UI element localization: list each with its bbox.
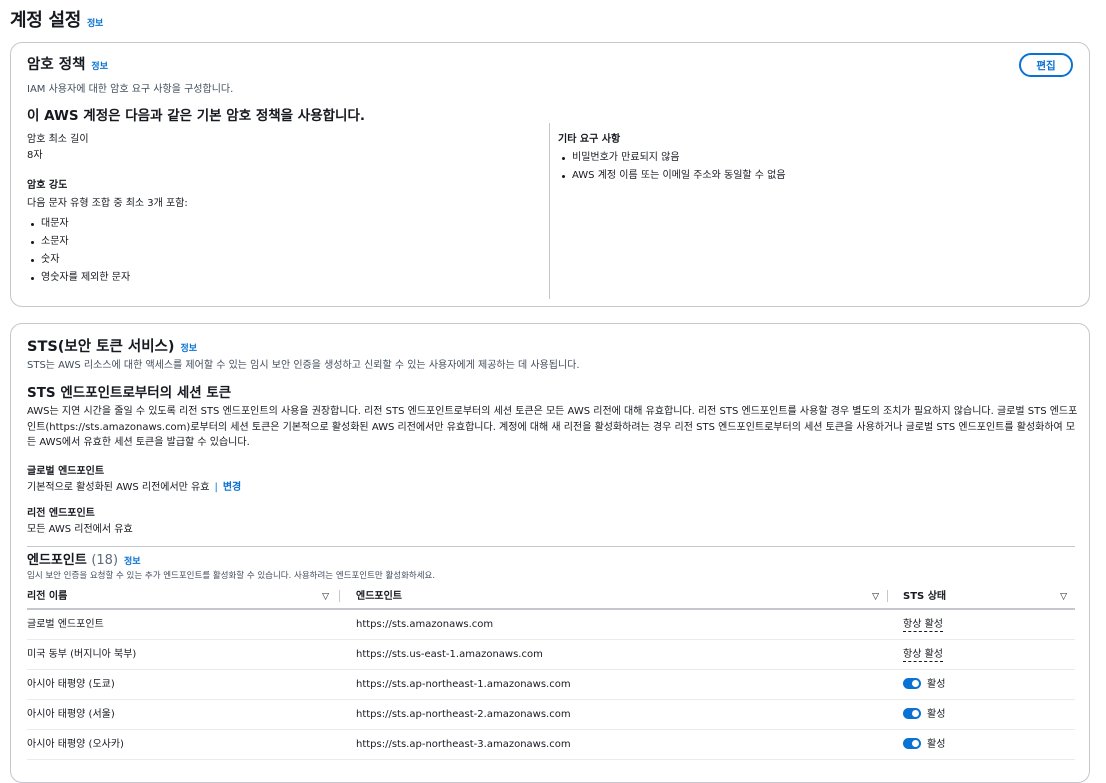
password-policy-description: IAM 사용자에 대한 암호 요구 사항을 구성합니다. bbox=[27, 84, 234, 95]
status-cell: 항상 활성 bbox=[903, 610, 943, 640]
status-text: 활성 bbox=[927, 739, 946, 750]
region-cell: 미국 동부 (버지니아 북부) bbox=[27, 649, 137, 660]
regional-endpoint-value: 모든 AWS 리전에서 유효 bbox=[27, 524, 133, 535]
region-cell: 글로벌 엔드포인트 bbox=[27, 619, 104, 630]
sts-title: STS(보안 토큰 서비스) 정보 bbox=[27, 335, 197, 356]
sts-description: STS는 AWS 리소스에 대한 액세스를 제어할 수 있는 임시 보안 인증을… bbox=[27, 360, 580, 371]
separator: | bbox=[214, 482, 218, 493]
column-separator bbox=[339, 590, 340, 602]
list-item: 소문자 bbox=[27, 233, 130, 251]
column-header-endpoint[interactable]: 엔드포인트 ▽ bbox=[356, 586, 883, 608]
table-row: 아시아 태평양 (서울) https://sts.ap-northeast-2.… bbox=[27, 700, 1075, 730]
status-toggle[interactable] bbox=[903, 707, 921, 719]
region-cell: 아시아 태평양 (도쿄) bbox=[27, 679, 115, 690]
table-row: 아시아 태평양 (도쿄) https://sts.ap-northeast-1.… bbox=[27, 670, 1075, 700]
global-endpoint-value-text: 기본적으로 활성화된 AWS 리전에서만 유효 bbox=[27, 482, 210, 493]
endpoint-cell: https://sts.ap-northeast-1.amazonaws.com bbox=[356, 679, 571, 690]
sts-title-text: STS(보안 토큰 서비스) bbox=[27, 339, 175, 355]
min-length-label: 암호 최소 길이 bbox=[27, 134, 89, 145]
list-item: 숫자 bbox=[27, 251, 130, 269]
password-policy-heading: 이 AWS 계정은 다음과 같은 기본 암호 정책을 사용합니다. bbox=[27, 108, 366, 124]
status-text[interactable]: 항상 활성 bbox=[903, 619, 943, 632]
global-endpoint-label: 글로벌 엔드포인트 bbox=[27, 466, 105, 477]
password-policy-card: 암호 정책 정보 IAM 사용자에 대한 암호 요구 사항을 구성합니다. 편집 … bbox=[10, 42, 1090, 307]
endpoints-title-text: 엔드포인트 bbox=[27, 553, 87, 568]
status-text: 활성 bbox=[927, 709, 946, 720]
list-item: 대문자 bbox=[27, 215, 130, 233]
endpoints-count: (18) bbox=[91, 553, 119, 568]
regional-endpoint-label: 리전 엔드포인트 bbox=[27, 508, 95, 519]
column-header-endpoint-label: 엔드포인트 bbox=[356, 591, 402, 602]
column-header-region[interactable]: 리전 이름 ▽ bbox=[27, 586, 333, 608]
table-row: 아시아 태평양 (오사카) https://sts.ap-northeast-3… bbox=[27, 730, 1075, 760]
session-token-heading: STS 엔드포인트로부터의 세션 토큰 bbox=[27, 385, 232, 401]
endpoints-description: 임시 보안 인증을 요청할 수 있는 추가 엔드포인트를 활성화할 수 있습니다… bbox=[27, 571, 436, 581]
page-title-text: 계정 설정 bbox=[10, 10, 82, 31]
strength-list: 대문자 소문자 숫자 영숫자를 제외한 문자 bbox=[27, 215, 130, 287]
table-row: 글로벌 엔드포인트 https://sts.amazonaws.com 항상 활… bbox=[27, 610, 1075, 640]
endpoints-info-link[interactable]: 정보 bbox=[124, 557, 141, 567]
session-token-paragraph: AWS는 지연 시간을 줄일 수 있도록 리전 STS 엔드포인트의 사용을 권… bbox=[27, 406, 1078, 448]
endpoint-cell: https://sts.ap-northeast-3.amazonaws.com bbox=[356, 739, 571, 750]
change-link[interactable]: 변경 bbox=[223, 482, 241, 493]
status-text: 활성 bbox=[927, 679, 946, 690]
password-policy-title: 암호 정책 정보 bbox=[27, 53, 108, 74]
sort-caret-icon: ▽ bbox=[1060, 592, 1067, 602]
status-cell: 활성 bbox=[903, 670, 945, 700]
column-header-region-label: 리전 이름 bbox=[27, 591, 68, 602]
column-header-status[interactable]: STS 상태 ▽ bbox=[903, 586, 1071, 608]
password-policy-info-link[interactable]: 정보 bbox=[91, 62, 108, 72]
other-requirements-list: 비밀번호가 만료되지 않음 AWS 계정 이름 또는 이메일 주소와 동일할 수… bbox=[558, 149, 786, 185]
endpoint-cell: https://sts.ap-northeast-2.amazonaws.com bbox=[356, 709, 571, 720]
page-info-link[interactable]: 정보 bbox=[87, 19, 103, 29]
list-item: 영숫자를 제외한 문자 bbox=[27, 269, 130, 287]
endpoints-title: 엔드포인트 (18) 정보 bbox=[27, 549, 141, 568]
list-item: AWS 계정 이름 또는 이메일 주소와 동일할 수 없음 bbox=[558, 167, 786, 185]
password-policy-title-text: 암호 정책 bbox=[27, 57, 86, 73]
column-separator bbox=[887, 590, 888, 602]
page-title: 계정 설정 정보 bbox=[10, 6, 103, 32]
status-cell: 항상 활성 bbox=[903, 640, 943, 670]
column-header-status-label: STS 상태 bbox=[903, 591, 947, 602]
strength-label: 암호 강도 bbox=[27, 180, 68, 191]
region-cell: 아시아 태평양 (서울) bbox=[27, 709, 115, 720]
region-cell: 아시아 태평양 (오사카) bbox=[27, 739, 124, 750]
status-toggle[interactable] bbox=[903, 677, 921, 689]
min-length-value: 8자 bbox=[27, 150, 43, 161]
sts-card: STS(보안 토큰 서비스) 정보 STS는 AWS 리소스에 대한 액세스를 제… bbox=[10, 323, 1090, 783]
status-toggle[interactable] bbox=[903, 737, 921, 749]
column-divider bbox=[549, 123, 550, 299]
status-cell: 활성 bbox=[903, 700, 945, 730]
sort-caret-icon: ▽ bbox=[872, 592, 879, 602]
sort-caret-icon: ▽ bbox=[322, 592, 329, 602]
section-divider bbox=[27, 546, 1075, 547]
status-text[interactable]: 항상 활성 bbox=[903, 649, 943, 662]
list-item: 비밀번호가 만료되지 않음 bbox=[558, 149, 786, 167]
status-cell: 활성 bbox=[903, 730, 945, 760]
other-requirements-label: 기타 요구 사항 bbox=[558, 134, 621, 145]
edit-button[interactable]: 편집 bbox=[1019, 53, 1073, 77]
endpoint-cell: https://sts.us-east-1.amazonaws.com bbox=[356, 649, 543, 660]
global-endpoint-value: 기본적으로 활성화된 AWS 리전에서만 유효 | 변경 bbox=[27, 478, 241, 493]
strength-description: 다음 문자 유형 조합 중 최소 3개 포함: bbox=[27, 198, 188, 209]
sts-info-link[interactable]: 정보 bbox=[181, 344, 198, 354]
table-row: 미국 동부 (버지니아 북부) https://sts.us-east-1.am… bbox=[27, 640, 1075, 670]
endpoint-cell: https://sts.amazonaws.com bbox=[356, 619, 494, 630]
